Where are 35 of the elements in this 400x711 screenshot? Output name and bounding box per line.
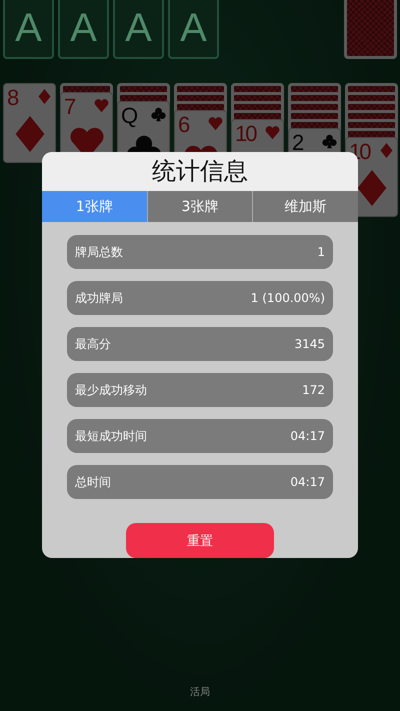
card-rank: 10 [235, 121, 256, 147]
stat-value: 1 [317, 245, 325, 259]
stat-label: 牌局总数 [75, 244, 123, 260]
stat-label: 最短成功时间 [75, 428, 147, 444]
tab[interactable]: 维加斯 [252, 191, 358, 222]
diamond-icon [37, 89, 52, 104]
club-icon [322, 134, 337, 149]
playing-card[interactable]: 8 [3, 83, 56, 163]
foundation-slot[interactable]: A [113, 0, 164, 59]
heart-icon [208, 116, 223, 131]
card-rank: Q [121, 103, 136, 129]
stat-value: 3145 [294, 337, 325, 351]
stat-value: 172 [302, 383, 325, 397]
card-rank: 8 [7, 85, 18, 111]
heart-icon [94, 98, 109, 113]
card-rank: 7 [64, 94, 74, 120]
club-icon [151, 107, 166, 122]
stat-label: 成功牌局 [75, 290, 123, 306]
stat-label: 最高分 [75, 336, 111, 352]
foundation-slot[interactable]: A [3, 0, 54, 59]
stock-pile[interactable] [344, 0, 397, 59]
stat-label: 最少成功移动 [75, 382, 147, 398]
foundation-slot[interactable]: A [168, 0, 219, 59]
stat-value: 04:17 [290, 429, 325, 443]
card-rank: 6 [178, 112, 188, 138]
stat-value: 04:17 [290, 475, 325, 489]
stat-value: 1 (100.00%) [250, 291, 325, 305]
tab[interactable]: 1张牌 [42, 191, 147, 222]
tab[interactable]: 3张牌 [146, 191, 252, 222]
diamond-icon [379, 143, 394, 158]
reset-button[interactable]: 重置 [126, 523, 274, 558]
heart-icon [265, 125, 280, 140]
status-label: 活局 [190, 686, 210, 699]
stat-label: 总时间 [75, 474, 111, 490]
foundation-slot[interactable]: A [58, 0, 109, 59]
